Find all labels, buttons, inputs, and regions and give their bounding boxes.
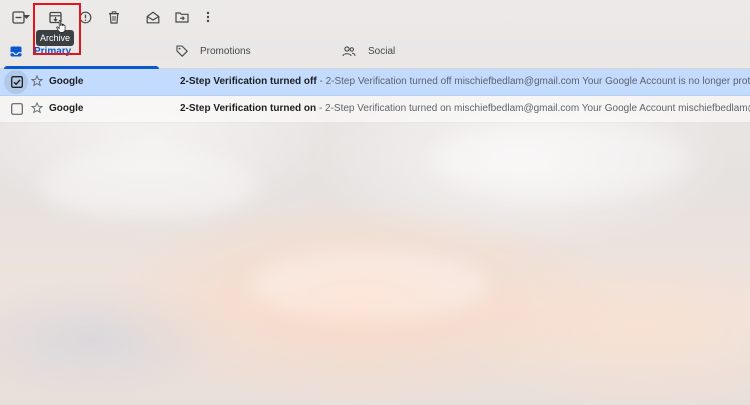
checkbox-checked-icon <box>10 75 23 88</box>
tab-social[interactable]: Social <box>342 34 395 68</box>
star-icon <box>30 101 44 114</box>
mark-as-read-icon <box>146 11 160 23</box>
tag-icon <box>176 45 188 57</box>
select-dropdown-button[interactable] <box>21 7 31 27</box>
background-cloud <box>250 250 490 320</box>
email-sender: Google <box>49 103 84 114</box>
people-icon <box>342 45 356 57</box>
background-cloud <box>430 120 690 200</box>
chevron-down-icon <box>22 14 30 19</box>
row-checkbox[interactable] <box>10 75 23 88</box>
more-vert-icon <box>206 11 210 23</box>
email-sender: Google <box>49 76 84 87</box>
star-button[interactable] <box>30 101 44 114</box>
more-options-button[interactable] <box>198 7 218 27</box>
inbox-icon <box>10 46 22 57</box>
mark-as-read-button[interactable] <box>143 7 163 27</box>
email-content: 2-Step Verification turned on - 2-Step V… <box>180 103 750 114</box>
checkbox-icon <box>10 102 23 115</box>
email-snippet: - 2-Step Verification turned on mischief… <box>316 103 750 114</box>
star-icon <box>30 74 44 87</box>
row-checkbox[interactable] <box>10 102 23 115</box>
star-button[interactable] <box>30 74 44 87</box>
email-subject: 2-Step Verification turned off <box>180 76 317 87</box>
email-row[interactable]: Google 2-Step Verification turned on - 2… <box>0 96 750 123</box>
category-tabs: Primary Promotions Social <box>0 34 750 69</box>
email-toolbar <box>0 0 750 34</box>
archive-tooltip: Archive <box>36 30 75 46</box>
email-list: Google 2-Step Verification turned off - … <box>0 69 750 123</box>
email-snippet: - 2-Step Verification turned off mischie… <box>316 76 750 87</box>
email-content: 2-Step Verification turned off - 2-Step … <box>180 76 750 87</box>
delete-icon <box>109 10 119 24</box>
email-row[interactable]: Google 2-Step Verification turned off - … <box>0 69 750 96</box>
move-to-button[interactable] <box>172 7 192 27</box>
move-to-icon <box>175 12 189 23</box>
mouse-cursor-icon <box>56 20 66 38</box>
background-cloud <box>40 150 260 220</box>
tab-promotions[interactable]: Promotions <box>176 34 251 68</box>
email-subject: 2-Step Verification turned on <box>180 103 317 114</box>
delete-button[interactable] <box>104 7 124 27</box>
tab-label: Promotions <box>200 45 251 57</box>
tab-label: Social <box>368 45 396 57</box>
